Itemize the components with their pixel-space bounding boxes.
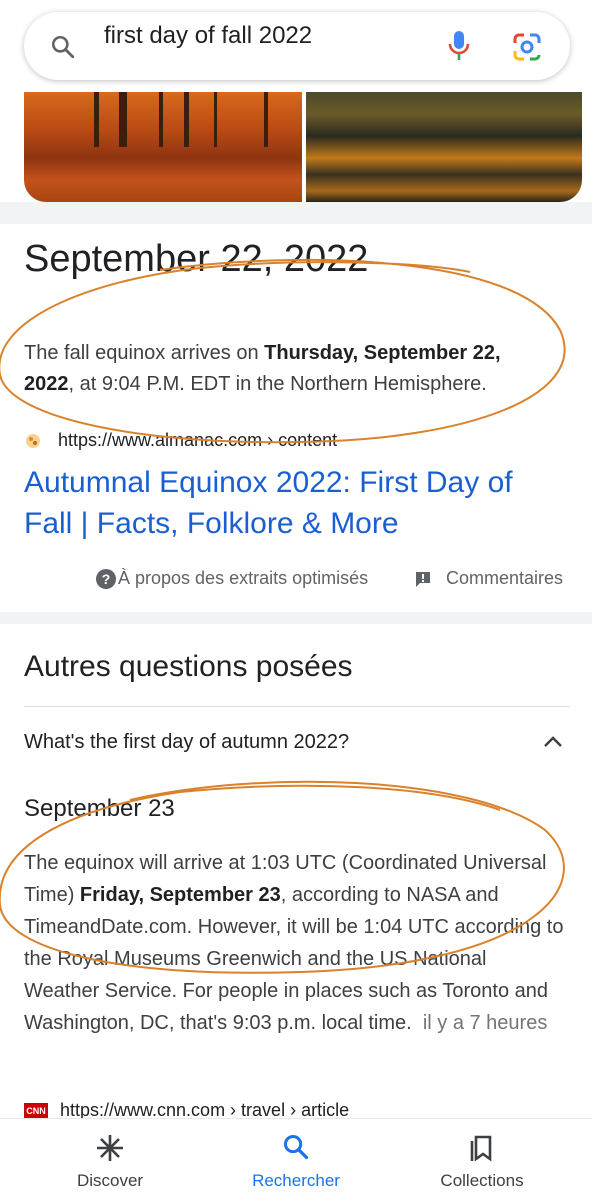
feedback-icon: [416, 571, 430, 587]
nav-collections-label: Collections: [440, 1171, 524, 1190]
source-url: https://www.almanac.com › content: [58, 430, 338, 450]
nav-discover[interactable]: Discover: [20, 1119, 200, 1200]
google-lens-icon[interactable]: [512, 32, 542, 62]
paa-answer-title: September 23: [24, 795, 175, 822]
nav-search[interactable]: Rechercher: [206, 1119, 386, 1200]
collections-icon: [470, 1135, 492, 1162]
image-results: [0, 92, 592, 202]
help-icon: ?: [96, 568, 116, 589]
search-header: first day of fall 2022: [0, 0, 592, 92]
paa-question[interactable]: What's the first day of autumn 2022?: [24, 731, 349, 754]
paa-divider: [24, 706, 570, 707]
search-icon: [283, 1134, 309, 1160]
featured-snippet-text: The fall equinox arrives on Thursday, Se…: [24, 342, 501, 395]
about-snippets-link[interactable]: ? À propos des extraits optimisés: [96, 568, 368, 589]
nav-search-label: Rechercher: [252, 1171, 340, 1190]
autumn-forest-image[interactable]: [24, 92, 302, 202]
cnn-logo-icon: CNN: [24, 1102, 48, 1119]
paa-answer-text: The equinox will arrive at 1:03 UTC (Coo…: [24, 852, 564, 1034]
chevron-up-icon[interactable]: [542, 735, 564, 749]
section-divider: [0, 202, 592, 224]
autumn-lake-image[interactable]: [306, 92, 582, 202]
answer-age: il y a 7 heures: [422, 1012, 548, 1034]
about-snippets-label: À propos des extraits optimisés: [118, 568, 369, 588]
almanac-favicon-icon: [26, 433, 40, 448]
result-title-link[interactable]: Autumnal Equinox 2022: First Day of Fall…: [24, 462, 564, 544]
section-divider: [0, 612, 592, 624]
paa-heading: Autres questions posées: [24, 650, 353, 683]
search-icon[interactable]: [50, 34, 76, 60]
feedback-link[interactable]: Commentaires: [414, 568, 563, 589]
nav-discover-label: Discover: [76, 1171, 144, 1190]
bottom-navigation: Discover Rechercher Collections: [0, 1118, 592, 1200]
feedback-label: Commentaires: [446, 568, 564, 588]
nav-collections[interactable]: Collections: [392, 1119, 572, 1200]
featured-answer-title: September 22, 2022: [24, 238, 369, 280]
search-input[interactable]: first day of fall 2022: [104, 22, 312, 50]
asterisk-icon: [97, 1135, 123, 1161]
featured-source[interactable]: https://www.almanac.com › content: [24, 430, 337, 451]
microphone-icon[interactable]: [448, 30, 470, 62]
